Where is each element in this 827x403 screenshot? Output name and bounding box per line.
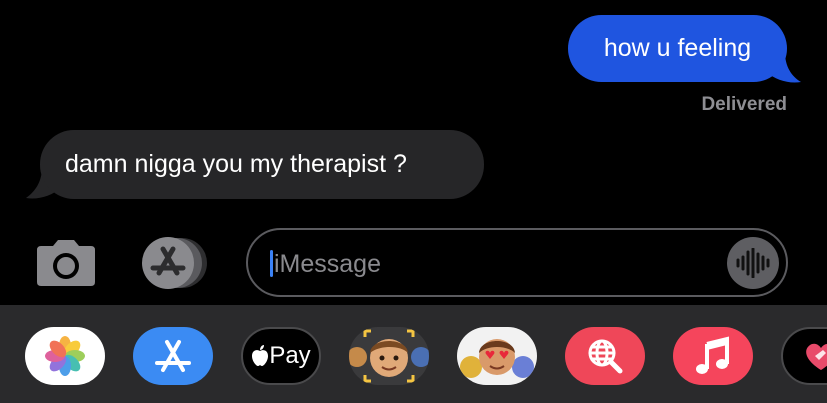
memoji-icon (349, 329, 429, 383)
audio-waveform-icon[interactable] (727, 237, 779, 289)
camera-icon[interactable] (33, 240, 99, 286)
music-note-icon (696, 336, 729, 374)
message-input-placeholder: iMessage (274, 250, 381, 278)
delivery-status: Delivered (701, 94, 787, 115)
outgoing-message-bubble[interactable]: how u feeling (568, 15, 787, 82)
incoming-message-text: damn nigga you my therapist ? (65, 150, 407, 178)
memoji-app-button[interactable] (349, 327, 429, 385)
digital-touch-app-button[interactable] (781, 327, 827, 385)
photos-icon (45, 336, 85, 376)
memoji-stickers-app-button[interactable] (457, 327, 537, 385)
app-drawer: Pay (0, 305, 827, 403)
globe-search-icon (588, 339, 623, 374)
apple-pay-app-button[interactable]: Pay (241, 327, 321, 385)
heart-hand-icon (806, 343, 827, 370)
photos-app-button[interactable] (25, 327, 105, 385)
image-search-app-button[interactable] (565, 327, 645, 385)
text-caret (270, 250, 273, 277)
app-store-app-button[interactable] (133, 327, 213, 385)
incoming-message-bubble[interactable]: damn nigga you my therapist ? (40, 130, 484, 199)
app-store-icon (155, 340, 191, 372)
app-store-icon[interactable] (139, 237, 213, 289)
outgoing-message-text: how u feeling (603, 34, 752, 62)
message-input[interactable]: iMessage (246, 228, 788, 297)
composer-bar: iMessage (0, 220, 827, 305)
apple-pay-label: Pay (269, 342, 311, 369)
apple-logo-icon (252, 345, 269, 366)
memoji-stickers-icon (460, 339, 534, 378)
music-app-button[interactable] (673, 327, 753, 385)
